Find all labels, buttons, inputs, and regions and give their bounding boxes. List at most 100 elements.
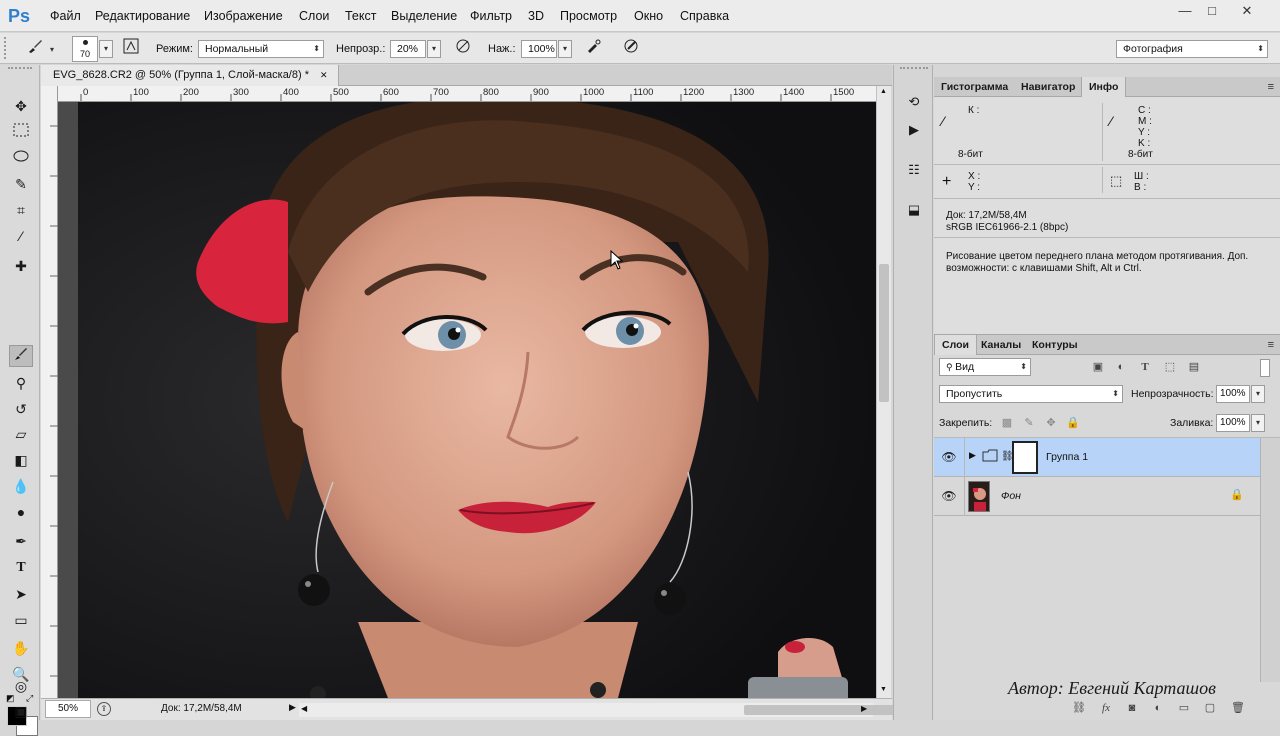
tab-layers[interactable]: Слои — [934, 335, 977, 355]
vertical-scrollbar[interactable]: ▲ ▼ — [876, 86, 891, 698]
scroll-left-icon[interactable]: ◀ — [301, 704, 307, 713]
scroll-up-icon[interactable]: ▲ — [880, 88, 887, 95]
layer-opacity-dropdown[interactable]: ▾ — [1251, 385, 1265, 403]
tab-histogram[interactable]: Гистограмма — [934, 77, 1015, 97]
tool-presets-panel-icon[interactable]: ⬓ — [903, 199, 925, 221]
layer-name[interactable]: Фон — [1001, 490, 1021, 502]
toolbar-grip[interactable] — [8, 67, 32, 71]
fill-input[interactable]: 100% — [1216, 414, 1250, 432]
layer-row-group-1[interactable]: 👁 ▶ ⛓ Группа 1 — [934, 438, 1260, 477]
chevron-down-icon[interactable]: ▾ — [50, 45, 54, 54]
lasso-tool-icon[interactable] — [9, 148, 33, 170]
eraser-tool-icon[interactable]: ▱ — [9, 423, 33, 445]
brush-size-dropdown[interactable]: ▾ — [99, 40, 113, 58]
scroll-down-icon[interactable]: ▼ — [880, 686, 887, 693]
filter-shape-icon[interactable]: ⬚ — [1160, 359, 1180, 375]
menu-image[interactable]: Изображение — [204, 0, 283, 32]
add-mask-icon[interactable]: ◙ — [1122, 700, 1142, 716]
brush-size-picker[interactable]: 70 — [72, 36, 98, 62]
layer-blend-mode-select[interactable]: Пропустить ⬍ — [939, 385, 1123, 403]
properties-panel-icon[interactable]: ☷ — [903, 159, 925, 181]
menu-window[interactable]: Окно — [634, 0, 663, 32]
eye-visibility-icon[interactable]: 👁 — [940, 487, 958, 505]
opacity-input[interactable]: 20% — [390, 40, 426, 58]
pressure-size-icon[interactable] — [620, 37, 642, 59]
layers-scrollbar[interactable] — [1260, 438, 1280, 682]
filter-smart-object-icon[interactable]: ▤ — [1184, 359, 1204, 375]
filter-pixel-icon[interactable]: ▣ — [1088, 359, 1108, 375]
new-group-icon[interactable]: ▭ — [1174, 700, 1194, 716]
scroll-right-icon[interactable]: ▶ — [861, 704, 867, 713]
move-tool-icon[interactable]: ✥ — [9, 95, 33, 117]
healing-brush-tool-icon[interactable]: ✚ — [9, 255, 33, 277]
eyedropper-icon[interactable]: ⁄ — [942, 113, 944, 129]
eyedropper-icon[interactable]: ⁄ — [1110, 113, 1112, 129]
minimize-button[interactable]: — — [1170, 2, 1200, 20]
lock-transparency-icon[interactable]: ▩ — [997, 415, 1017, 431]
horizontal-scrollbar[interactable]: ◀ ▶ — [299, 703, 910, 717]
menu-filter[interactable]: Фильтр — [470, 0, 512, 32]
shape-tool-icon[interactable]: ▭ — [9, 609, 33, 631]
close-tab-icon[interactable]: ✕ — [320, 70, 328, 80]
filter-toggle-switch[interactable] — [1260, 359, 1270, 377]
share-icon[interactable]: ⇪ — [97, 702, 111, 716]
menu-view[interactable]: Просмотр — [560, 0, 617, 32]
clone-stamp-tool-icon[interactable]: ⚲ — [9, 372, 33, 394]
layer-row-background[interactable]: 👁 Фон 🔒 — [934, 477, 1260, 516]
menu-file[interactable]: Файл — [50, 0, 81, 32]
workspace-select[interactable]: Фотография ⬍ — [1116, 40, 1268, 58]
actions-panel-icon[interactable]: ▶ — [903, 119, 925, 141]
layer-filter-select[interactable]: ⚲ Вид ⬍ — [939, 358, 1031, 376]
tab-info[interactable]: Инфо — [1081, 77, 1127, 97]
dodge-tool-icon[interactable]: ● — [9, 501, 33, 523]
history-brush-tool-icon[interactable]: ↺ — [9, 398, 33, 420]
lock-all-icon[interactable]: 🔒 — [1063, 415, 1083, 431]
brush-tool-icon[interactable] — [9, 345, 33, 367]
quick-mask-icon[interactable]: ◎ — [9, 675, 33, 697]
adjustment-layer-icon[interactable]: ◐ — [1148, 700, 1168, 716]
vertical-scroll-thumb[interactable] — [879, 264, 889, 402]
panel-menu-icon[interactable]: ≡ — [1268, 81, 1274, 93]
close-window-button[interactable]: ✕ — [1232, 2, 1262, 20]
menu-select[interactable]: Выделение — [391, 0, 457, 32]
menu-3d[interactable]: 3D — [528, 0, 544, 32]
brush-panel-toggle-icon[interactable] — [120, 37, 142, 59]
screen-mode-icon[interactable]: ▣ — [9, 700, 33, 722]
menu-edit[interactable]: Редактирование — [95, 0, 190, 32]
menu-help[interactable]: Справка — [680, 0, 729, 32]
new-layer-icon[interactable]: ▢ — [1200, 700, 1220, 716]
blur-tool-icon[interactable]: 💧 — [9, 475, 33, 497]
menu-layers[interactable]: Слои — [299, 0, 329, 32]
quick-selection-tool-icon[interactable]: ✎ — [9, 173, 33, 195]
airbrush-icon[interactable] — [583, 37, 605, 59]
crop-tool-icon[interactable]: ⌗ — [9, 199, 33, 221]
opacity-dropdown[interactable]: ▾ — [427, 40, 441, 58]
type-tool-icon[interactable]: T — [9, 557, 33, 579]
tab-navigator[interactable]: Навигатор — [1014, 77, 1082, 97]
link-layers-icon[interactable]: ⛓ — [1069, 700, 1089, 716]
path-selection-tool-icon[interactable]: ➤ — [9, 583, 33, 605]
zoom-field[interactable]: 50% — [45, 700, 91, 718]
grip-handle[interactable] — [4, 37, 8, 59]
horizontal-scroll-thumb[interactable] — [744, 705, 910, 715]
filter-adjustment-icon[interactable]: ◐ — [1111, 359, 1131, 375]
tab-paths[interactable]: Контуры — [1025, 335, 1085, 355]
document-tab[interactable]: EVG_8628.CR2 @ 50% (Группа 1, Слой-маска… — [41, 65, 339, 86]
layer-mask-thumbnail[interactable] — [1012, 441, 1038, 474]
strip-grip[interactable] — [900, 67, 928, 71]
expand-arrow-icon[interactable]: ▶ — [969, 450, 976, 461]
fill-dropdown[interactable]: ▾ — [1251, 414, 1265, 432]
tab-channels[interactable]: Каналы — [974, 335, 1028, 355]
maximize-button[interactable]: □ — [1197, 2, 1227, 20]
lock-pixels-icon[interactable]: ✎ — [1019, 415, 1039, 431]
marquee-tool-icon[interactable] — [9, 121, 33, 143]
menu-type[interactable]: Текст — [345, 0, 376, 32]
layer-opacity-input[interactable]: 100% — [1216, 385, 1250, 403]
hand-tool-icon[interactable]: ✋ — [9, 637, 33, 659]
brush-tool-preset-icon[interactable] — [24, 37, 46, 59]
layer-thumbnail[interactable] — [968, 481, 990, 512]
gradient-tool-icon[interactable]: ◧ — [9, 449, 33, 471]
history-panel-icon[interactable]: ⟲ — [903, 91, 925, 113]
flow-dropdown[interactable]: ▾ — [558, 40, 572, 58]
pressure-opacity-icon[interactable] — [452, 37, 474, 59]
